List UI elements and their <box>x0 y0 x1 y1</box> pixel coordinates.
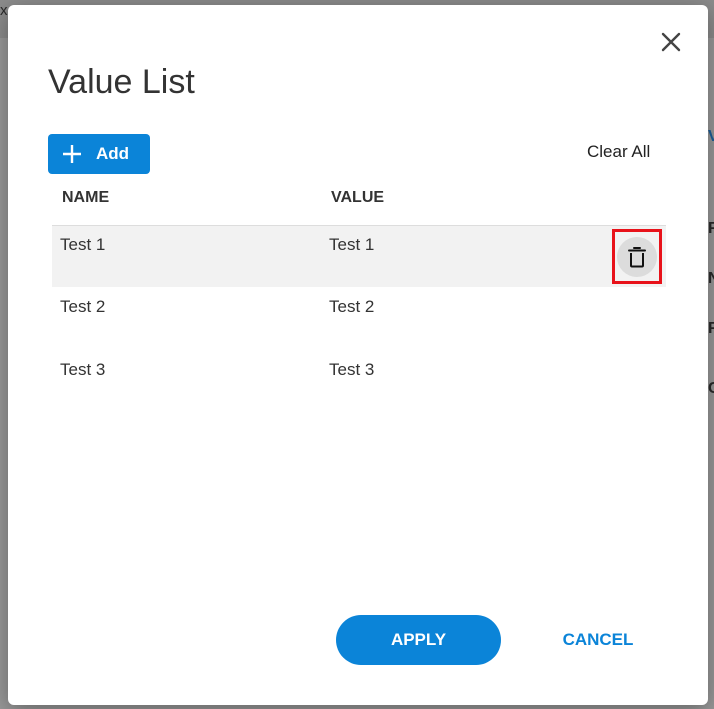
value-list-dialog: Value List Add Clear All NAME VALUE Test… <box>8 5 708 705</box>
row-value: Test 1 <box>329 235 375 254</box>
background-text: x <box>0 2 8 19</box>
close-icon <box>661 32 681 52</box>
close-button[interactable] <box>656 27 686 57</box>
table-row[interactable]: Test 3 Test 3 <box>52 351 666 413</box>
background-side-letter: F <box>708 220 714 237</box>
row-name: Test 1 <box>60 235 106 254</box>
table-row[interactable]: Test 2 Test 2 <box>52 288 666 350</box>
plus-icon <box>63 145 81 163</box>
delete-highlight <box>612 229 662 284</box>
row-name: Test 3 <box>60 360 106 379</box>
row-value: Test 3 <box>329 360 375 379</box>
trash-icon <box>628 246 646 267</box>
background-side-letter: N <box>708 270 714 287</box>
row-value: Test 2 <box>329 297 375 316</box>
row-name: Test 2 <box>60 297 106 316</box>
delete-row-button[interactable] <box>617 236 657 277</box>
add-button[interactable]: Add <box>48 134 150 174</box>
column-header-value: VALUE <box>331 189 385 206</box>
add-button-label: Add <box>96 144 130 163</box>
background-side-letter: C <box>708 380 714 397</box>
background-side-letter: V <box>708 128 714 145</box>
apply-button[interactable]: APPLY <box>336 615 501 665</box>
table-row[interactable]: Test 1 Test 1 <box>52 225 666 287</box>
cancel-button[interactable]: CANCEL <box>548 615 648 665</box>
dialog-title: Value List <box>48 63 195 101</box>
clear-all-button[interactable]: Clear All <box>587 142 650 162</box>
background-side-letter: F <box>708 320 714 337</box>
column-header-name: NAME <box>62 189 110 206</box>
